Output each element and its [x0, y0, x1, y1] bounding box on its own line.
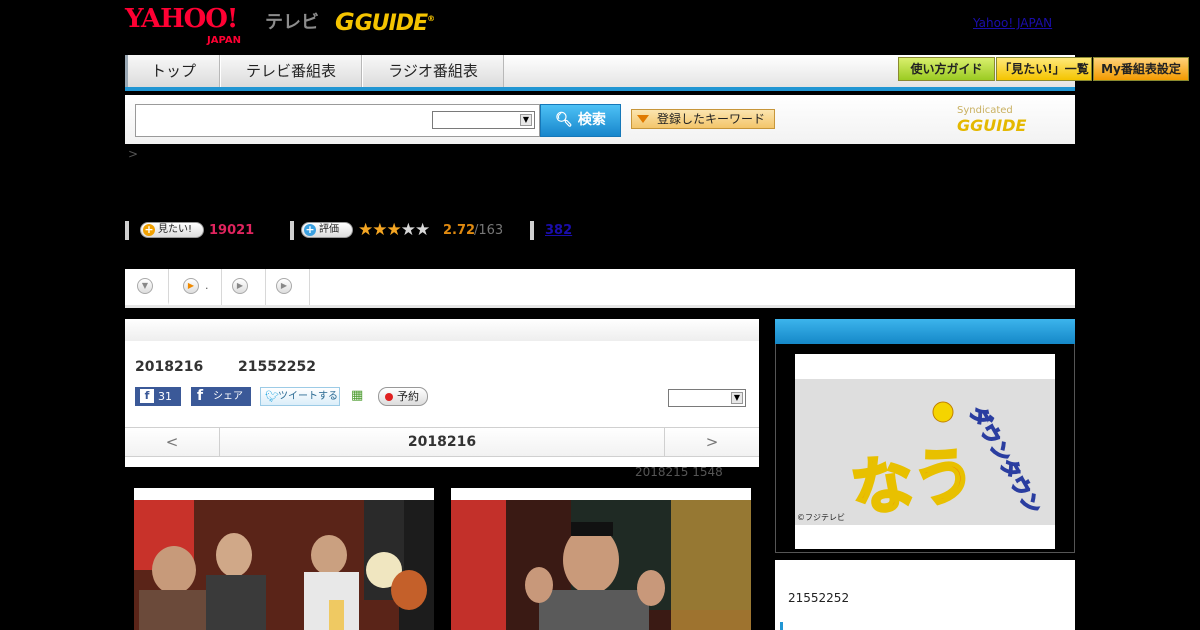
- star-icon: ★: [372, 220, 387, 240]
- program-photo[interactable]: [451, 488, 751, 630]
- nav-tab-tv-schedule[interactable]: テレビ番組表: [220, 55, 362, 87]
- pager-prev-button[interactable]: <: [125, 428, 220, 456]
- star-rating: ★★★★★: [358, 220, 430, 240]
- copyright-label: ©フジテレビ: [797, 513, 845, 522]
- program-action-select[interactable]: ▼: [668, 389, 746, 407]
- review-count-link[interactable]: 382: [545, 223, 572, 238]
- pager-next-button[interactable]: >: [664, 428, 759, 456]
- nav-tab-radio-schedule[interactable]: ラジオ番組表: [362, 55, 504, 87]
- program-logo-image: なう ダウンタウン ©フジテレビ: [795, 354, 1055, 549]
- tv-logo-label[interactable]: テレビ: [265, 8, 319, 34]
- gguide-logo[interactable]: GGUIDE®: [335, 8, 435, 36]
- plus-icon: +: [304, 223, 316, 236]
- divider-bar: [530, 221, 534, 240]
- my-schedule-settings-button[interactable]: My番組表設定: [1093, 57, 1189, 81]
- calendar-add-icon[interactable]: ▦: [351, 388, 367, 404]
- chevron-down-icon: ▼: [520, 114, 532, 126]
- program-photo-image: [451, 500, 751, 630]
- tweet-button[interactable]: 🐦︎ ツイートする: [260, 387, 340, 406]
- subtab-2[interactable]: ▶ .: [169, 269, 222, 305]
- mitai-list-button[interactable]: 「見たい!」一覧: [996, 57, 1092, 81]
- play-icon: ▶: [183, 278, 199, 294]
- twitter-bird-icon: 🐦︎: [265, 390, 279, 403]
- program-photo[interactable]: [134, 488, 434, 630]
- sun-face-icon: [932, 401, 954, 423]
- updated-timestamp: 2018215 1548: [635, 465, 723, 479]
- rating-count: /163: [474, 223, 504, 238]
- guide-button[interactable]: 使い方ガイド: [898, 57, 995, 81]
- syndicated-gguide-logo: Syndicated GGUIDE: [957, 105, 1027, 135]
- global-nav: トップ テレビ番組表 ラジオ番組表 使い方ガイド 「見たい!」一覧 My番組表設…: [125, 55, 1189, 91]
- mitai-button[interactable]: + 見たい!: [140, 222, 204, 238]
- reserve-button[interactable]: 予約: [378, 387, 428, 406]
- side-marker: [780, 622, 783, 630]
- pager-current-date: 2018216: [407, 434, 477, 450]
- breadcrumb: >: [128, 147, 139, 161]
- subtab-3[interactable]: ▶: [222, 269, 266, 305]
- play-icon: ▶: [276, 278, 292, 294]
- star-icon: ★: [415, 220, 430, 240]
- date-pager: < 2018216 >: [125, 427, 759, 457]
- plus-icon: +: [143, 223, 155, 236]
- star-icon: ★: [358, 220, 373, 240]
- search-button[interactable]: 🔍︎ 検索: [540, 104, 621, 137]
- chevron-down-icon: ▼: [137, 278, 153, 294]
- facebook-share-button[interactable]: f シェア: [191, 387, 251, 406]
- rating-score: 2.72: [443, 223, 476, 238]
- program-info-panel: 2018216 21552252 f 31 f シェア 🐦︎ ツイートする ▦ 予…: [125, 319, 759, 467]
- divider-bar: [125, 221, 129, 240]
- saved-keywords-button[interactable]: 登録したキーワード: [631, 109, 775, 129]
- panel-header: [125, 319, 759, 341]
- divider-bar: [290, 221, 294, 240]
- program-subtabs: ▼ ▶ . ▶ ▶: [125, 269, 1075, 308]
- yahoo-japan-logo[interactable]: YAHOO! JAPAN: [125, 6, 241, 46]
- mitai-count: 19021: [209, 223, 255, 238]
- rate-button[interactable]: + 評価: [301, 222, 353, 238]
- search-bar: ▼ 🔍︎ 検索 登録したキーワード Syndicated GGUIDE: [125, 95, 1075, 144]
- broadcast-time: 21552252: [238, 359, 316, 375]
- subtab-4[interactable]: ▶: [266, 269, 310, 305]
- side-info: 21552252: [775, 560, 1075, 630]
- facebook-count-button[interactable]: f 31: [135, 387, 181, 406]
- broadcast-date: 2018216: [135, 359, 204, 375]
- facebook-icon: f: [197, 388, 204, 404]
- play-icon: ▶: [232, 278, 248, 294]
- record-dot-icon: [385, 393, 393, 401]
- search-icon: 🔍︎: [555, 112, 573, 128]
- search-scope-select[interactable]: ▼: [432, 111, 535, 129]
- yahoo-japan-link[interactable]: Yahoo! JAPAN: [973, 16, 1052, 30]
- star-icon: ★: [386, 220, 402, 240]
- nav-tab-top[interactable]: トップ: [125, 55, 220, 87]
- side-broadcast-time: 21552252: [788, 591, 850, 605]
- program-logo-nau: なう: [847, 437, 980, 527]
- star-icon: ★: [400, 220, 416, 240]
- triangle-down-icon: [637, 115, 649, 123]
- chevron-down-icon: ▼: [731, 392, 743, 404]
- facebook-icon: f: [140, 389, 154, 403]
- program-photo-image: [134, 500, 434, 630]
- side-panel-header: [775, 319, 1075, 344]
- subtab-1[interactable]: ▼: [125, 269, 169, 305]
